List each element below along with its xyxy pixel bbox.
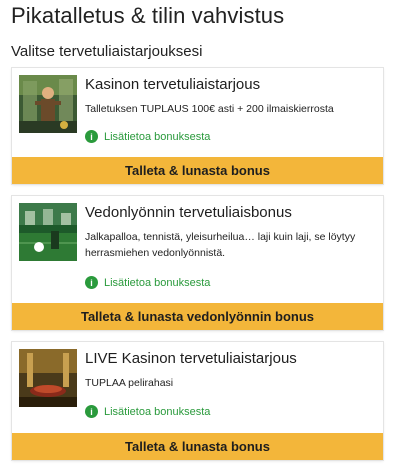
- live-casino-welcome-image: [19, 349, 77, 407]
- offers-subtitle: Valitse tervetuliaistarjouksesi: [11, 43, 203, 60]
- offer-card-sportsbook: Vedonlyönnin tervetuliaisbonus Jalkapall…: [12, 196, 383, 330]
- deposit-claim-bonus-button[interactable]: Talleta & lunasta bonus: [12, 157, 383, 184]
- bonus-info-link[interactable]: i Lisätietoa bonuksesta: [85, 276, 210, 289]
- offer-description: Jalkapalloa, tennistä, yleisurheilua… la…: [85, 231, 356, 259]
- offer-description: Talletuksen TUPLAUS 100€ asti + 200 ilma…: [85, 103, 334, 115]
- offer-title: LIVE Kasinon tervetuliaistarjous: [85, 350, 297, 367]
- bonus-info-link[interactable]: i Lisätietoa bonuksesta: [85, 130, 210, 143]
- bonus-info-label: Lisätietoa bonuksesta: [104, 405, 211, 418]
- deposit-claim-live-bonus-button[interactable]: Talleta & lunasta bonus: [12, 433, 383, 460]
- offer-title: Kasinon tervetuliaistarjous: [85, 76, 261, 93]
- offer-card-casino: Kasinon tervetuliaistarjous Talletuksen …: [12, 68, 383, 184]
- bonus-info-label: Lisätietoa bonuksesta: [104, 130, 211, 143]
- bonus-info-link[interactable]: i Lisätietoa bonuksesta: [85, 405, 210, 418]
- offer-card-live-casino: LIVE Kasinon tervetuliaistarjous TUPLAA …: [12, 342, 383, 460]
- offer-description: TUPLAA pelirahasi: [85, 377, 174, 389]
- casino-welcome-image: [19, 75, 77, 133]
- bonus-info-label: Lisätietoa bonuksesta: [104, 276, 211, 289]
- info-icon: i: [85, 130, 98, 143]
- deposit-claim-sports-bonus-button[interactable]: Talleta & lunasta vedonlyönnin bonus: [12, 303, 383, 330]
- page-title: Pikatalletus & tilin vahvistus: [11, 3, 285, 28]
- sportsbook-welcome-image: [19, 203, 77, 261]
- info-icon: i: [85, 276, 98, 289]
- info-icon: i: [85, 405, 98, 418]
- offer-title: Vedonlyönnin tervetuliaisbonus: [85, 204, 292, 221]
